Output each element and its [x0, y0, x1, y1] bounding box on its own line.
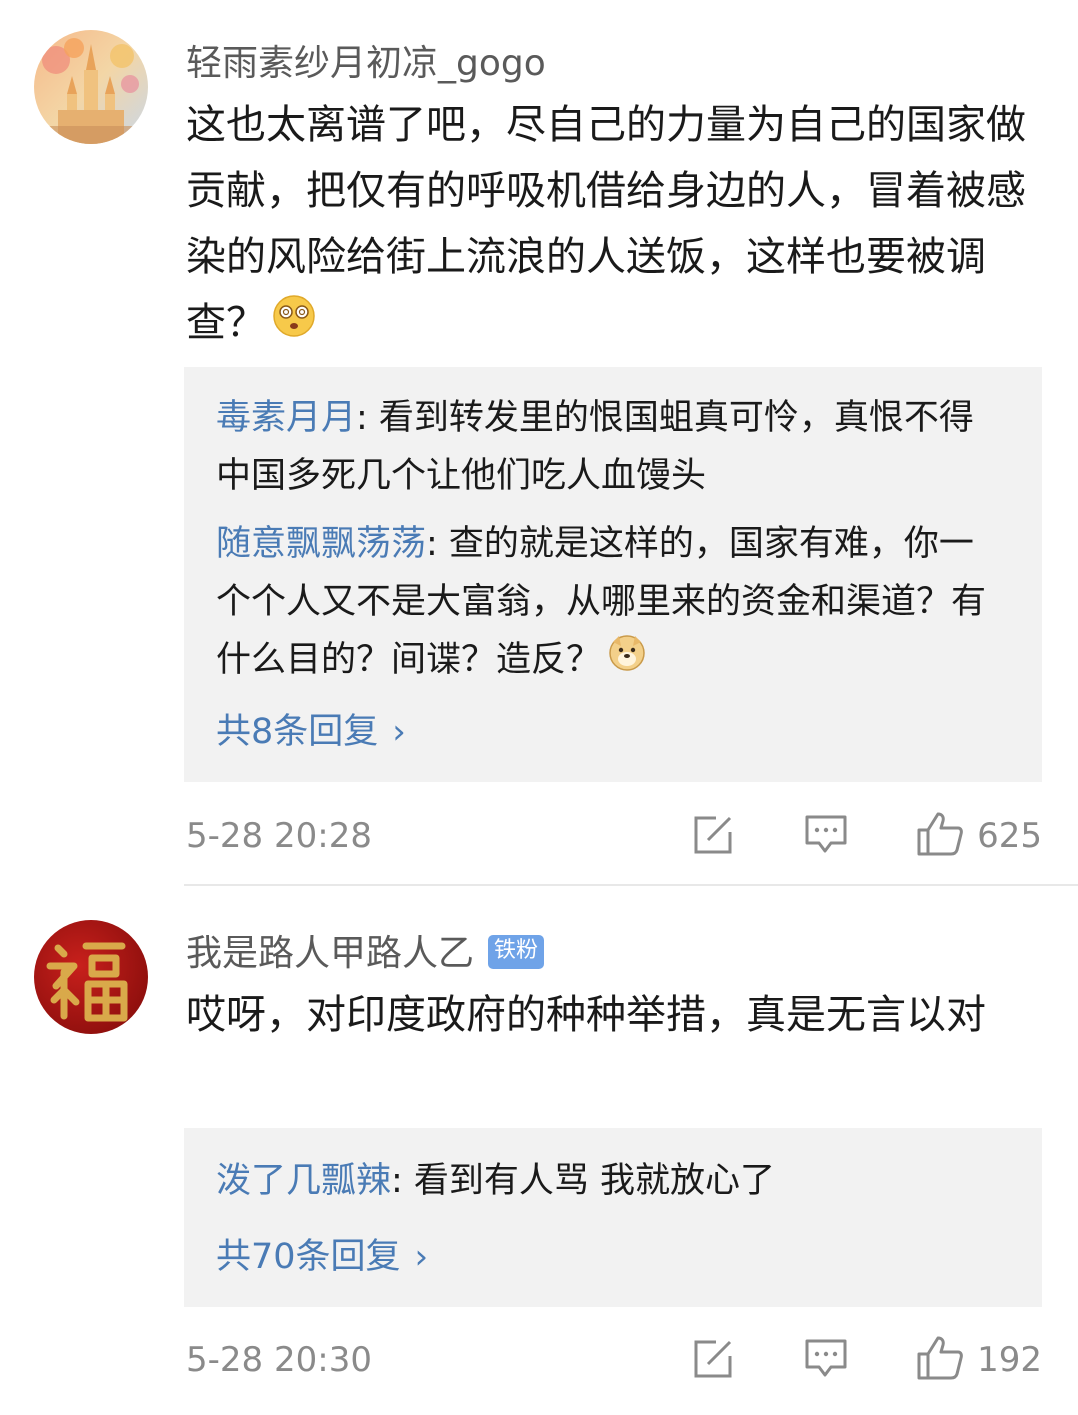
more-replies-label: 共8条回复 [216, 712, 379, 752]
comment-footer: 5-28 20:30 192 [0, 1330, 1078, 1390]
chevron-right-icon: › [392, 712, 406, 752]
reply-item[interactable]: 泼了几瓢辣: 看到有人骂 我就放心了 [216, 1152, 1006, 1210]
view-more-replies-link[interactable]: 共8条回复 › [216, 703, 406, 754]
reply-username[interactable]: 泼了几瓢辣 [216, 1161, 391, 1201]
more-replies-label: 共70条回复 [216, 1237, 401, 1277]
reply-preview-box[interactable]: 泼了几瓢辣: 看到有人骂 我就放心了 共70条回复 › [184, 1128, 1042, 1307]
reply-text: : 看到有人骂 我就放心了 [391, 1161, 776, 1201]
username[interactable]: 轻雨素纱月初凉_gogo [186, 34, 546, 86]
comment-icon[interactable] [804, 814, 848, 856]
repost-icon[interactable] [692, 1338, 734, 1380]
reply-username[interactable]: 毒素月月 [216, 398, 356, 438]
timestamp: 5-28 20:30 [186, 1340, 372, 1380]
timestamp: 5-28 20:28 [186, 816, 372, 856]
castle-avatar-image [34, 30, 148, 144]
chevron-right-icon: › [414, 1237, 429, 1277]
reply-item[interactable]: 随意飘飘荡荡: 查的就是这样的，国家有难，你一个个人又不是大富翁，从哪里来的资金… [216, 515, 1006, 690]
comment-icon[interactable] [804, 1338, 848, 1380]
reply-username[interactable]: 随意飘飘荡荡 [216, 524, 426, 564]
repost-icon[interactable] [692, 814, 734, 856]
comment-body: 哎呀，对印度政府的种种举措，真是无言以对 [186, 992, 986, 1038]
comment-item: 轻雨素纱月初凉_gogo 这也太离谱了吧，尽自己的力量为自己的国家做贡献，把仅有… [0, 0, 1078, 884]
view-more-replies-link[interactable]: 共70条回复 › [216, 1228, 428, 1279]
comment-text: 这也太离谱了吧，尽自己的力量为自己的国家做贡献，把仅有的呼吸机借给身边的人，冒着… [186, 92, 1046, 358]
fan-badge: 铁粉 [488, 935, 545, 969]
thumbs-up-icon[interactable] [916, 1334, 964, 1380]
reply-item[interactable]: 毒素月月: 看到转发里的恨国蛆真可怜，真恨不得中国多死几个让他们吃人血馒头 [216, 389, 1006, 505]
like-count: 625 [977, 816, 1042, 856]
comment-item: 我是路人甲路人乙 铁粉 哎呀，对印度政府的种种举措，真是无言以对 泼了几瓢辣: 看… [0, 886, 1078, 1415]
fu-character-avatar-image [34, 920, 148, 1034]
thumbs-up-icon[interactable] [916, 810, 964, 856]
dizzy-face-emoji [272, 292, 316, 358]
username-text: 我是路人甲路人乙 [186, 933, 475, 974]
doge-emoji [607, 632, 647, 690]
avatar[interactable] [34, 920, 148, 1034]
comment-text: 哎呀，对印度政府的种种举措，真是无言以对 [186, 982, 1046, 1048]
avatar[interactable] [34, 30, 148, 144]
like-count: 192 [977, 1340, 1042, 1380]
comment-footer: 5-28 20:28 625 [0, 806, 1078, 866]
username[interactable]: 我是路人甲路人乙 铁粉 [186, 924, 545, 976]
reply-preview-box[interactable]: 毒素月月: 看到转发里的恨国蛆真可怜，真恨不得中国多死几个让他们吃人血馒头 随意… [184, 367, 1042, 782]
